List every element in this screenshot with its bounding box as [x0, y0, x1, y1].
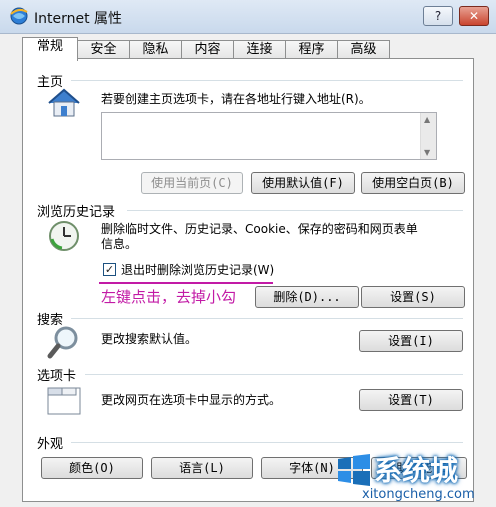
tabs-window-icon — [47, 384, 81, 419]
appearance-label: 外观 — [37, 437, 64, 452]
magnifier-icon — [47, 325, 81, 364]
delete-on-exit-checkbox[interactable]: ✓ — [103, 263, 116, 276]
history-settings-button[interactable]: 设置(S) — [361, 286, 465, 308]
tab-security[interactable]: 安全 — [77, 40, 130, 60]
windows-logo-icon — [336, 453, 372, 490]
history-description-line2: 信息。 — [101, 237, 138, 251]
search-divider — [71, 318, 463, 319]
home-address-box: ▲ ▼ — [101, 112, 437, 160]
tabs-settings-button[interactable]: 设置(T) — [359, 389, 463, 411]
general-tab-panel: 主页 若要创建主页选项卡，请在各地址行键入地址(R)。 ▲ ▼ 使用当前页(C)… — [22, 58, 474, 502]
colors-button[interactable]: 颜色(O) — [41, 457, 143, 479]
search-description: 更改搜索默认值。 — [101, 332, 198, 346]
delete-on-exit-label[interactable]: 退出时删除浏览历史记录(W) — [121, 263, 274, 278]
search-settings-button[interactable]: 设置(I) — [359, 330, 463, 352]
tabs-description: 更改网页在选项卡中显示的方式。 — [101, 393, 282, 407]
annotation-underline — [99, 282, 273, 284]
use-default-button[interactable]: 使用默认值(F) — [251, 172, 355, 194]
watermark-logo: 系统城 xitongcheng.com — [332, 449, 496, 507]
watermark-title: 系统城 — [374, 454, 459, 487]
use-blank-button[interactable]: 使用空白页(B) — [361, 172, 465, 194]
use-current-button[interactable]: 使用当前页(C) — [141, 172, 243, 194]
tab-advanced[interactable]: 高级 — [337, 40, 390, 60]
history-divider — [127, 210, 463, 211]
internet-explorer-icon — [9, 6, 29, 26]
history-description-line1: 删除临时文件、历史记录、Cookie、保存的密码和网页表单 — [101, 222, 418, 236]
tab-programs[interactable]: 程序 — [285, 40, 338, 60]
tab-general[interactable]: 常规 — [22, 37, 78, 61]
window-title: Internet 属性 — [34, 11, 123, 27]
tab-content[interactable]: 内容 — [181, 40, 234, 60]
address-scrollbar[interactable]: ▲ ▼ — [420, 113, 436, 159]
tab-privacy[interactable]: 隐私 — [129, 40, 182, 60]
house-icon — [47, 87, 81, 122]
scroll-down-icon: ▼ — [424, 148, 431, 157]
history-label: 浏览历史记录 — [37, 205, 116, 220]
annotation-text: 左键点击，去掉小勾 — [101, 288, 237, 306]
appearance-divider — [71, 442, 463, 443]
home-address-input[interactable] — [102, 113, 420, 159]
home-description: 若要创建主页选项卡，请在各地址行键入地址(R)。 — [101, 92, 371, 106]
title-bar: Internet 属性 ? ✕ — [0, 0, 496, 34]
watermark-url: xitongcheng.com — [362, 487, 475, 502]
delete-history-button[interactable]: 删除(D)... — [255, 286, 359, 308]
scroll-up-icon: ▲ — [424, 115, 431, 124]
tabs-section-label: 选项卡 — [37, 369, 77, 384]
tab-connections[interactable]: 连接 — [233, 40, 286, 60]
home-divider — [71, 80, 463, 81]
tabs-divider — [85, 374, 463, 375]
close-button[interactable]: ✕ — [459, 6, 489, 26]
history-clock-icon — [47, 219, 81, 256]
languages-button[interactable]: 语言(L) — [151, 457, 253, 479]
help-button[interactable]: ? — [423, 6, 453, 26]
